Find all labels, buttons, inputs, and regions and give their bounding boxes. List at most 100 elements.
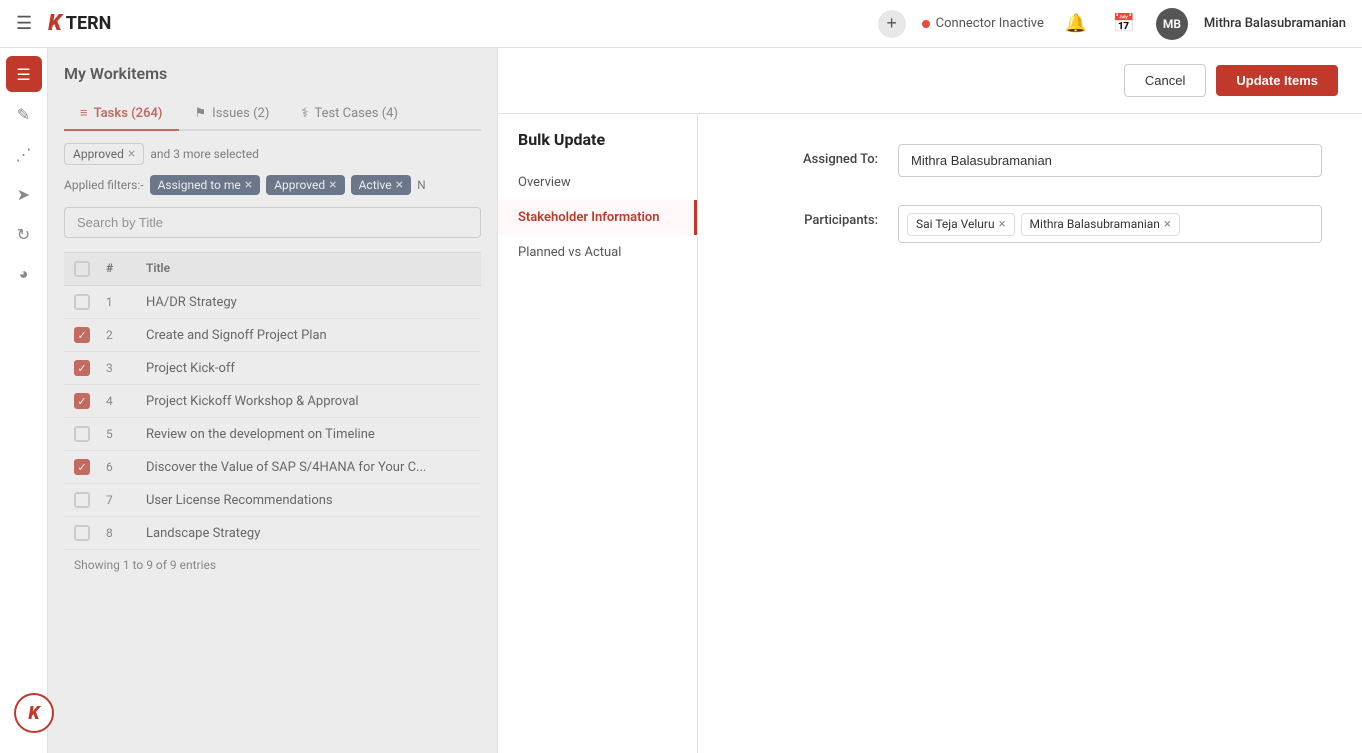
row-checkbox-5[interactable]: ✓ (74, 459, 106, 475)
bulk-form: Assigned To: Participants: Sai Teja Velu… (698, 114, 1362, 753)
avatar: MB (1156, 8, 1188, 40)
participant-remove-0[interactable]: × (999, 217, 1006, 232)
header-num: # (106, 261, 146, 277)
connector-label: Connector Inactive (936, 16, 1044, 31)
notification-icon[interactable]: 🔔 (1060, 8, 1092, 40)
row-checkbox-3[interactable]: ✓ (74, 393, 106, 409)
add-button[interactable]: + (878, 10, 906, 38)
sidebar-icon-refresh[interactable]: ↻ (6, 216, 42, 252)
participant-tag-1: Mithra Balasubramanian × (1021, 213, 1180, 236)
table-row: ✓ 4 Project Kickoff Workshop & Approval (64, 385, 481, 418)
row-checkbox-4[interactable] (74, 426, 106, 442)
filter-more-label: N (417, 178, 426, 192)
left-sidebar: ☰ ✎ ⋰ ➤ ↻ ◕ ⚙ (0, 48, 48, 753)
filters-label: Applied filters:- (64, 178, 144, 192)
header-checkbox[interactable] (74, 261, 106, 277)
bottom-k-button[interactable]: K (14, 693, 54, 733)
header-title: Title (146, 261, 471, 277)
row-num-0: 1 (106, 295, 146, 309)
participant-tag-0: Sai Teja Veluru × (907, 213, 1015, 236)
filter-active-label: Active (359, 178, 392, 192)
filter-approved-remove[interactable]: × (329, 178, 336, 192)
left-panel: My Workitems ≡ Tasks (264) ⚑ Issues (2) … (48, 48, 498, 753)
row-num-2: 3 (106, 361, 146, 375)
row-num-5: 6 (106, 460, 146, 474)
row-num-6: 7 (106, 493, 146, 507)
row-checkbox-2[interactable]: ✓ (74, 360, 106, 376)
tab-tasks[interactable]: ≡ Tasks (264) (64, 97, 179, 131)
app-logo: K TERN (48, 11, 111, 36)
row-title-1: Create and Signoff Project Plan (146, 328, 471, 343)
bottom-k-icon: K (28, 703, 39, 724)
top-nav: ☰ K TERN + Connector Inactive 🔔 📅 MB Mit… (0, 0, 1362, 48)
row-title-5: Discover the Value of SAP S/4HANA for Yo… (146, 460, 471, 475)
logo-tern: TERN (66, 13, 112, 34)
row-title-2: Project Kick-off (146, 361, 471, 376)
filter-chip-active[interactable]: Active × (351, 175, 412, 195)
filter-active-remove[interactable]: × (396, 178, 403, 192)
sidebar-icon-edit[interactable]: ✎ (6, 96, 42, 132)
assigned-to-input[interactable] (898, 144, 1322, 177)
table-row: ✓ 6 Discover the Value of SAP S/4HANA fo… (64, 451, 481, 484)
badge-approved-remove[interactable]: × (128, 147, 135, 161)
right-panel: Cancel Update Items Bulk Update Overview… (498, 48, 1362, 753)
checkbox-4[interactable] (74, 426, 90, 442)
checkbox-1[interactable]: ✓ (74, 327, 90, 343)
sidebar-icon-grid[interactable]: ⋰ (6, 136, 42, 172)
hamburger-icon[interactable]: ☰ (16, 13, 32, 34)
participants-tags: Sai Teja Veluru × Mithra Balasubramanian… (898, 205, 1322, 243)
filter-chip-assigned[interactable]: Assigned to me × (150, 175, 261, 195)
table-row: ✓ 2 Create and Signoff Project Plan (64, 319, 481, 352)
bulk-update-title: Bulk Update (498, 130, 697, 165)
row-title-4: Review on the development on Timeline (146, 427, 471, 442)
checkbox-6[interactable] (74, 492, 90, 508)
checkbox-2[interactable]: ✓ (74, 360, 90, 376)
row-checkbox-0[interactable] (74, 294, 106, 310)
row-checkbox-1[interactable]: ✓ (74, 327, 106, 343)
update-items-button[interactable]: Update Items (1216, 65, 1338, 96)
testcases-tab-label: Test Cases (4) (314, 106, 398, 121)
checkbox-0[interactable] (74, 294, 90, 310)
participant-name-0: Sai Teja Veluru (916, 217, 995, 231)
table-header: # Title (64, 252, 481, 286)
row-title-3: Project Kickoff Workshop & Approval (146, 394, 471, 409)
bulk-nav-planned[interactable]: Planned vs Actual (498, 235, 697, 270)
assigned-to-label: Assigned To: (738, 144, 878, 167)
row-num-3: 4 (106, 394, 146, 408)
row-title-7: Landscape Strategy (146, 526, 471, 541)
checkbox-5[interactable]: ✓ (74, 459, 90, 475)
search-input[interactable] (64, 207, 481, 238)
table-row: 5 Review on the development on Timeline (64, 418, 481, 451)
bulk-body: Bulk Update Overview Stakeholder Informa… (498, 114, 1362, 753)
sidebar-icon-send[interactable]: ➤ (6, 176, 42, 212)
cancel-button[interactable]: Cancel (1124, 64, 1206, 97)
tasks-tab-label: Tasks (264) (94, 106, 163, 121)
row-checkbox-6[interactable] (74, 492, 106, 508)
more-selected-label: and 3 more selected (150, 144, 258, 164)
nav-username: Mithra Balasubramanian (1204, 16, 1346, 31)
checkbox-7[interactable] (74, 525, 90, 541)
checkbox-3[interactable]: ✓ (74, 393, 90, 409)
row-num-1: 2 (106, 328, 146, 342)
workitems-panel: My Workitems ≡ Tasks (264) ⚑ Issues (2) … (48, 48, 497, 753)
tab-issues[interactable]: ⚑ Issues (2) (179, 97, 286, 131)
participant-remove-1[interactable]: × (1164, 217, 1171, 232)
selected-badges-row: Approved × and 3 more selected (64, 143, 481, 165)
bulk-nav-overview[interactable]: Overview (498, 165, 697, 200)
badge-approved: Approved × (64, 143, 144, 165)
filter-assigned-remove[interactable]: × (245, 178, 252, 192)
assigned-to-row: Assigned To: (738, 144, 1322, 177)
sidebar-icon-home[interactable]: ☰ (6, 56, 42, 92)
row-title-6: User License Recommendations (146, 493, 471, 508)
filter-chip-approved[interactable]: Approved × (266, 175, 344, 195)
bulk-nav-stakeholder[interactable]: Stakeholder Information (498, 200, 697, 235)
tab-testcases[interactable]: ⚕ Test Cases (4) (285, 97, 414, 131)
row-checkbox-7[interactable] (74, 525, 106, 541)
sidebar-icon-chart[interactable]: ◕ (6, 256, 42, 292)
table-row: 8 Landscape Strategy (64, 517, 481, 550)
table-row: 1 HA/DR Strategy (64, 286, 481, 319)
filter-approved-label: Approved (274, 178, 325, 192)
connector-dot-icon (922, 20, 930, 28)
calendar-icon[interactable]: 📅 (1108, 8, 1140, 40)
select-all-checkbox[interactable] (74, 261, 90, 277)
